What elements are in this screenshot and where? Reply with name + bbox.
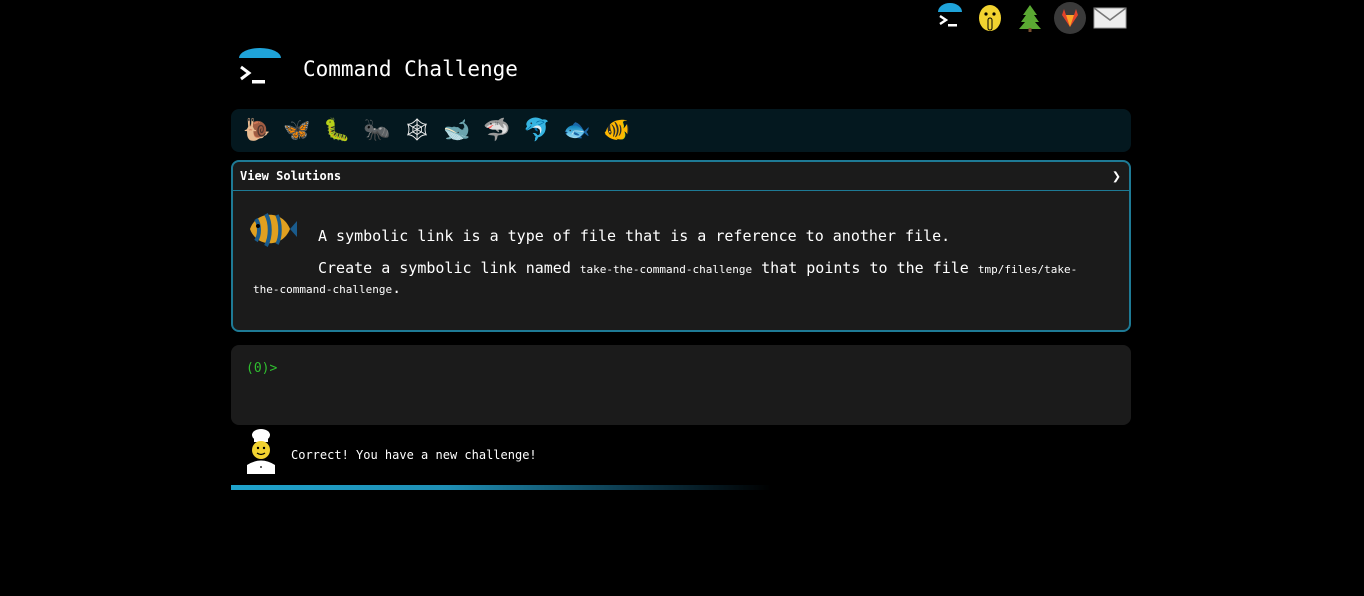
progress-bar — [231, 485, 771, 490]
page-title: Command Challenge — [303, 57, 518, 81]
challenge-task: Create a symbolic link named take-the-co… — [253, 259, 1078, 297]
top-links — [933, 0, 1133, 36]
butterfly-icon[interactable]: 🦋 — [277, 113, 317, 149]
challenge-panel: View Solutions ❯ A symbolic link is a ty… — [231, 160, 1131, 332]
cmd-logo-icon[interactable] — [933, 1, 967, 35]
chef-avatar-icon — [244, 428, 278, 474]
gitlab-icon[interactable] — [1053, 1, 1087, 35]
challenge-header[interactable]: View Solutions ❯ — [233, 162, 1129, 191]
view-solutions-link[interactable]: View Solutions — [240, 169, 341, 183]
cmd-logo-icon — [236, 48, 284, 90]
level-bar: 🐌 🦋 🐛 🐜 🕸 🐋 🦈 🐬 🐟 🐠 — [231, 109, 1131, 152]
web-icon[interactable]: 🕸 — [397, 113, 437, 149]
tropical-fish-icon[interactable]: 🐠 — [597, 113, 637, 149]
ant-icon[interactable]: 🐜 — [357, 113, 397, 149]
terminal-input[interactable]: (0)> — [231, 345, 1131, 425]
fish-icon[interactable]: 🐟 — [557, 113, 597, 149]
status-message: Correct! You have a new challenge! — [291, 448, 537, 462]
chevron-right-icon[interactable]: ❯ — [1112, 167, 1121, 185]
tropical-fish-icon — [246, 207, 298, 251]
mail-icon[interactable] — [1093, 1, 1127, 35]
link-name-code: take-the-command-challenge — [579, 263, 753, 276]
shush-emoji-icon[interactable] — [973, 1, 1007, 35]
page-header: Command Challenge — [236, 48, 518, 90]
dolphin-icon[interactable]: 🐬 — [517, 113, 557, 149]
snail-icon[interactable]: 🐌 — [237, 113, 277, 149]
caterpillar-icon[interactable]: 🐛 — [317, 113, 357, 149]
shark-icon[interactable]: 🦈 — [477, 113, 517, 149]
whale-icon[interactable]: 🐋 — [437, 113, 477, 149]
tree-icon[interactable] — [1013, 1, 1047, 35]
terminal-prompt: (0)> — [246, 361, 278, 376]
challenge-description: A symbolic link is a type of file that i… — [318, 227, 951, 245]
